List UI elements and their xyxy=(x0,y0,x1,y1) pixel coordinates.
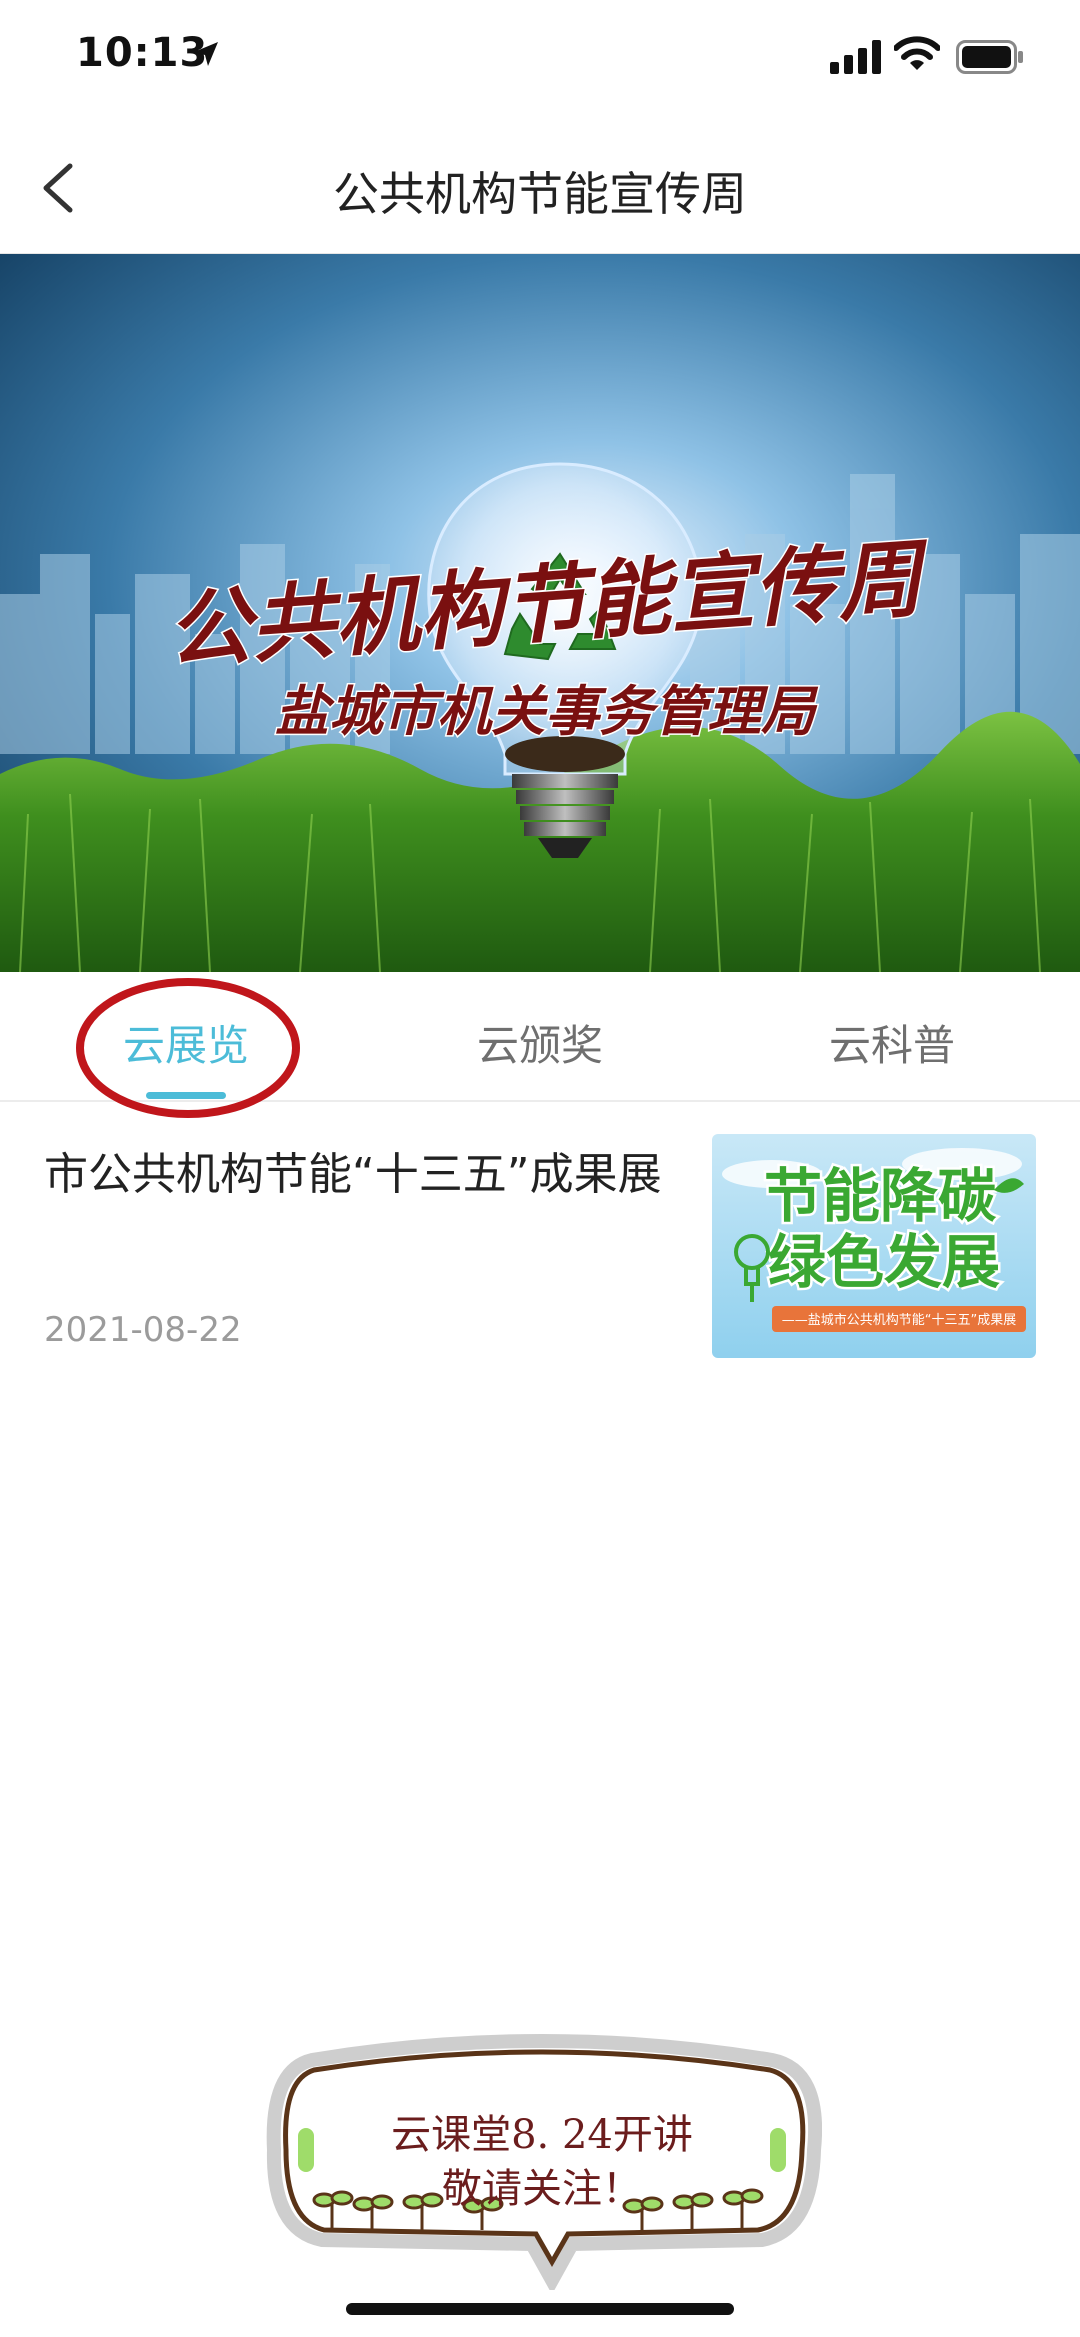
list-item-thumbnail: 节能降碳 绿色发展 ——盐城市公共机构节能“十三五”成果展 xyxy=(712,1134,1036,1358)
nav-bar: 公共机构节能宣传周 xyxy=(0,118,1080,254)
location-arrow-icon xyxy=(194,42,218,66)
list-item-title: 市公共机构节能“十三五”成果展 xyxy=(44,1149,662,1200)
thumbnail-line2: 绿色发展 xyxy=(768,1228,1000,1296)
tab-cloud-exhibition[interactable]: 云展览 xyxy=(66,1012,306,1073)
home-indicator[interactable] xyxy=(346,2303,734,2315)
bubble-line1: 云课堂8. 24开讲 xyxy=(391,2112,693,2158)
banner-subtitle-art: 盐城市机关事务管理局 xyxy=(275,679,819,743)
battery-icon xyxy=(956,40,1023,74)
status-time: 10:13 xyxy=(76,30,209,76)
page-title: 公共机构节能宣传周 xyxy=(333,167,747,221)
list-item[interactable]: 市公共机构节能“十三五”成果展 2021-08-22 节能降碳 绿色发展 ——盐… xyxy=(0,1104,1080,1364)
status-bar: 10:13 xyxy=(0,0,1080,118)
wifi-icon xyxy=(894,36,940,70)
banner-illustration: 公共机构节能宣传周 盐城市机关事务管理局 xyxy=(0,254,1080,972)
bubble-line2: 敬请关注！ xyxy=(442,2166,642,2212)
tab-cloud-science[interactable]: 云科普 xyxy=(772,1012,1012,1073)
live-class-bubble[interactable]: 云课堂8. 24开讲 敬请关注！ xyxy=(262,2030,822,2290)
thumbnail-line1: 节能降碳 xyxy=(764,1162,997,1230)
thumbnail-caption: ——盐城市公共机构节能“十三五”成果展 xyxy=(782,1312,1016,1328)
active-tab-indicator xyxy=(146,1092,226,1099)
tab-cloud-awards[interactable]: 云颁奖 xyxy=(420,1012,660,1073)
list-item-date: 2021-08-22 xyxy=(44,1310,242,1350)
signal-icon xyxy=(830,40,881,74)
tab-bar: 云展览 云颁奖 云科普 xyxy=(0,972,1080,1102)
hero-banner: 公共机构节能宣传周 盐城市机关事务管理局 xyxy=(0,254,1080,972)
